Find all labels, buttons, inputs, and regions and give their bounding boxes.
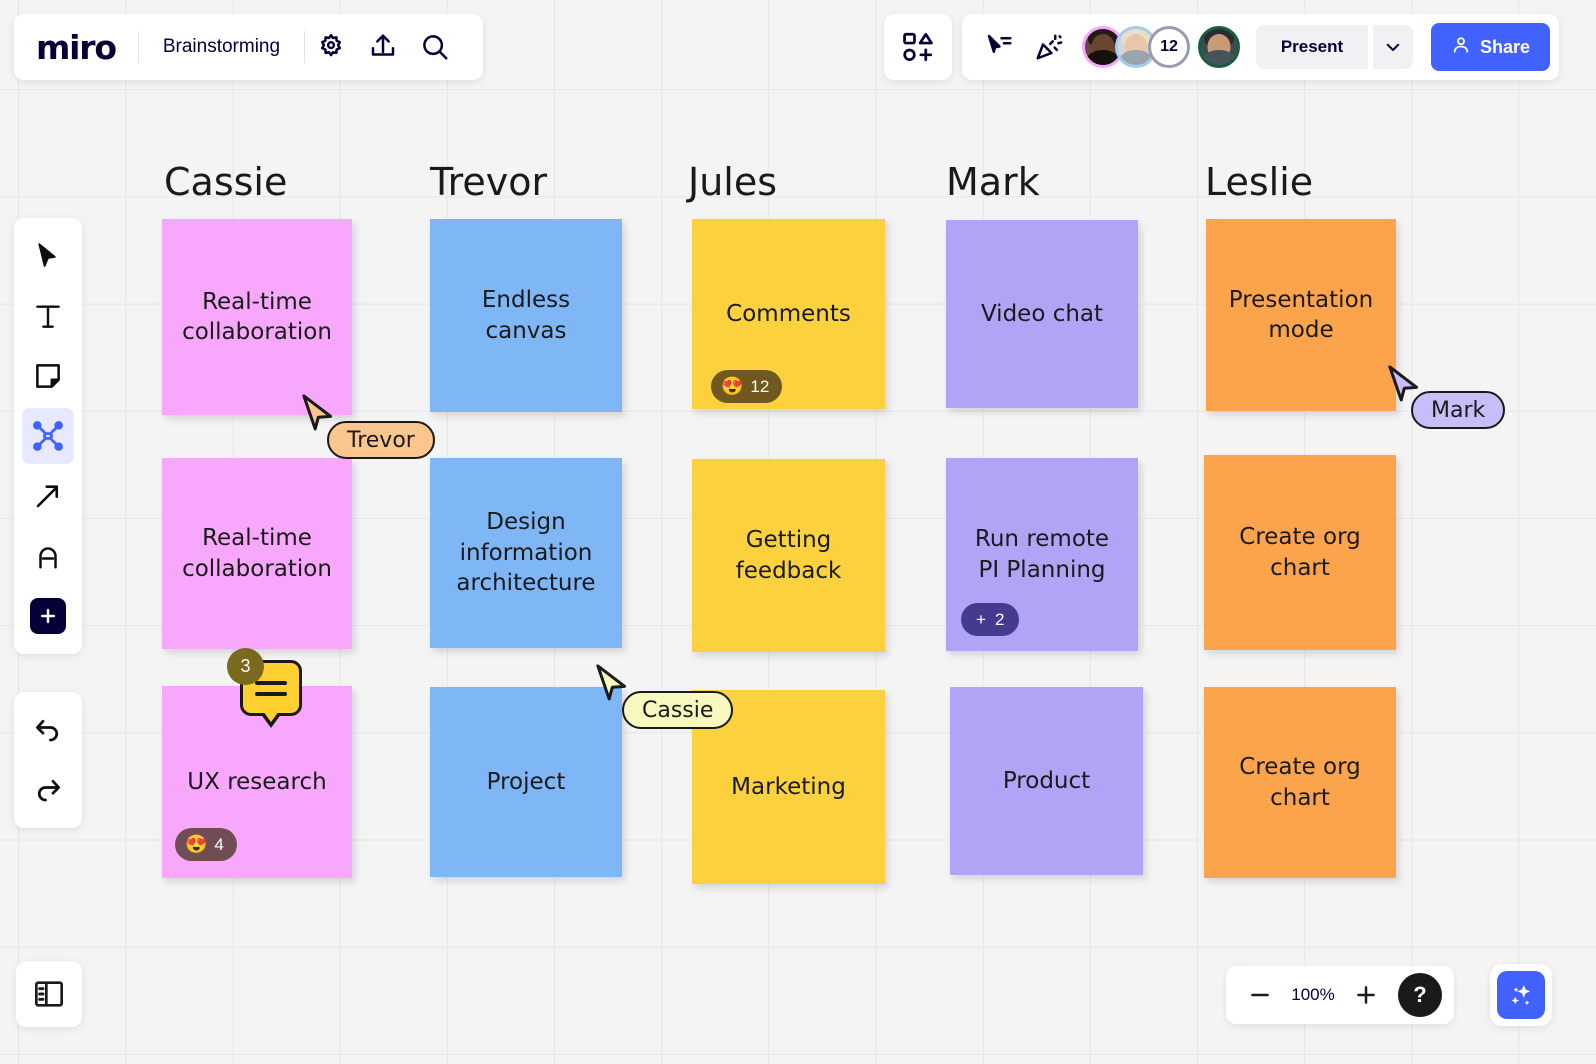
- select-tool[interactable]: [22, 228, 74, 284]
- sticky-note-text: Comments: [726, 300, 851, 327]
- sticky-note[interactable]: Presentation mode: [1206, 219, 1396, 411]
- sticky-note-text: Video chat: [980, 300, 1104, 327]
- sticky-note[interactable]: Product: [950, 687, 1143, 875]
- avatar[interactable]: [1198, 26, 1240, 68]
- upload-icon[interactable]: [357, 21, 409, 73]
- comment-count-badge: 3: [227, 648, 264, 685]
- remote-cursor-label: Trevor: [327, 421, 435, 459]
- sticky-note[interactable]: Project: [430, 687, 622, 877]
- history-rail: [14, 692, 82, 828]
- redo-button[interactable]: [22, 762, 74, 818]
- person-icon: [1451, 35, 1471, 60]
- sticky-note-text: Create org chart: [1239, 524, 1361, 581]
- chevron-down-icon[interactable]: [1373, 25, 1413, 69]
- sticky-note-text: Project: [486, 768, 566, 795]
- miro-canvas[interactable]: miro Brainstorming 12 Present Share 100%…: [0, 0, 1596, 1064]
- open-panel-button[interactable]: [16, 961, 82, 1027]
- sticky-note[interactable]: Getting feedback: [692, 459, 885, 652]
- heart-eyes-emoji-icon: 😍: [185, 834, 208, 854]
- column-header-cassie[interactable]: Cassie: [164, 160, 287, 204]
- reaction-badge[interactable]: 😍 12: [711, 370, 783, 403]
- help-button[interactable]: ?: [1398, 973, 1442, 1017]
- text-tool[interactable]: [22, 288, 74, 344]
- column-header-jules[interactable]: Jules: [688, 160, 777, 204]
- remote-cursor-label: Cassie: [622, 691, 734, 729]
- sticky-note[interactable]: Design information architecture: [430, 458, 622, 648]
- celebrate-icon[interactable]: [1026, 24, 1072, 70]
- connection-tool[interactable]: [22, 408, 74, 464]
- column-header-leslie[interactable]: Leslie: [1205, 160, 1313, 204]
- undo-button[interactable]: [22, 702, 74, 758]
- column-header-mark[interactable]: Mark: [946, 160, 1040, 204]
- board-title[interactable]: Brainstorming: [139, 36, 304, 58]
- zoom-out-button[interactable]: [1238, 973, 1282, 1017]
- remote-cursor-label: Mark: [1411, 391, 1506, 429]
- sticky-note-text: Marketing: [731, 773, 846, 800]
- sticky-note-text: Run remote PI Planning: [974, 526, 1110, 583]
- more-apps-tool[interactable]: [22, 588, 74, 644]
- reaction-count: 4: [214, 834, 224, 854]
- sticky-note[interactable]: Video chat: [946, 220, 1138, 408]
- sticky-note-text: Create org chart: [1239, 754, 1361, 811]
- pen-tool[interactable]: [22, 528, 74, 584]
- shapes-button[interactable]: [884, 14, 952, 80]
- zoom-level[interactable]: 100%: [1286, 985, 1340, 1005]
- sticky-note-text: Real-time collaboration: [182, 525, 332, 582]
- sticky-note[interactable]: Endless canvas: [430, 219, 622, 412]
- gear-icon[interactable]: [305, 21, 357, 73]
- plus-icon: [30, 598, 66, 634]
- plus-icon: +: [976, 609, 986, 629]
- zoom-toolbar: 100% ?: [1226, 966, 1454, 1024]
- sticky-note-text: Endless canvas: [481, 287, 571, 344]
- sticky-note-tool[interactable]: [22, 348, 74, 404]
- avatar-group: 12: [1082, 26, 1240, 68]
- ai-panel: [1490, 964, 1552, 1026]
- avatar-overflow-count[interactable]: 12: [1148, 26, 1190, 68]
- sticky-note[interactable]: Create org chart: [1204, 687, 1396, 878]
- ai-sparkle-icon[interactable]: [1497, 971, 1545, 1019]
- main-toolbar: miro Brainstorming: [14, 14, 484, 80]
- tool-rail: [14, 218, 82, 654]
- add-reaction-badge[interactable]: +2: [961, 603, 1020, 636]
- arrow-tool[interactable]: [22, 468, 74, 524]
- sticky-note-text: Real-time collaboration: [182, 288, 332, 345]
- comment-line: [255, 691, 287, 696]
- cursor-chat-icon[interactable]: [976, 24, 1022, 70]
- sticky-note[interactable]: Real-time collaboration: [162, 219, 352, 415]
- reaction-badge[interactable]: 😍 4: [175, 828, 237, 861]
- sticky-note[interactable]: Create org chart: [1204, 455, 1396, 650]
- sticky-note-text: UX research: [187, 768, 327, 795]
- collaboration-toolbar: 12 Present Share: [962, 14, 1560, 80]
- zoom-in-button[interactable]: [1344, 973, 1388, 1017]
- sticky-note-text: Product: [1002, 767, 1091, 794]
- sticky-note[interactable]: Real-time collaboration: [162, 458, 352, 649]
- sticky-note-text: Presentation mode: [1228, 286, 1374, 343]
- share-button[interactable]: Share: [1431, 23, 1551, 71]
- search-icon[interactable]: [409, 21, 461, 73]
- comment-line: [255, 680, 287, 685]
- column-header-trevor[interactable]: Trevor: [430, 160, 547, 204]
- miro-logo[interactable]: miro: [36, 28, 138, 67]
- sticky-note-text: Design information architecture: [456, 509, 596, 597]
- heart-eyes-emoji-icon: 😍: [721, 376, 744, 396]
- sticky-note-text: Getting feedback: [735, 527, 842, 584]
- reaction-count: 2: [994, 609, 1005, 629]
- reaction-count: 12: [750, 376, 770, 396]
- share-label: Share: [1480, 36, 1531, 57]
- present-button[interactable]: Present: [1256, 25, 1368, 69]
